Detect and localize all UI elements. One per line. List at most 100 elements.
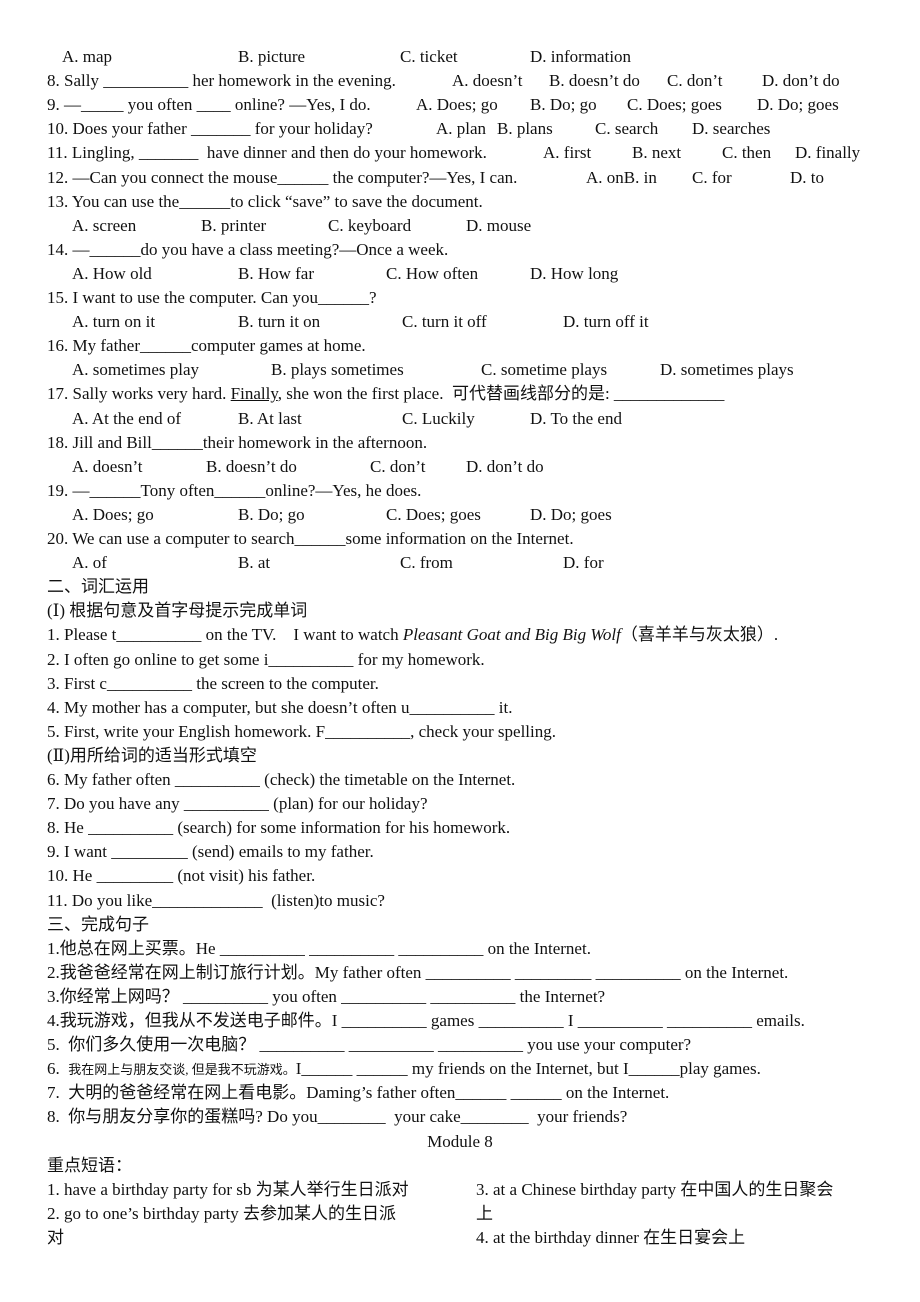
text-line: (Ⅱ)用所给词的适当形式填空 (0, 744, 920, 768)
line-text: 2. I often go online to get some i______… (47, 648, 485, 672)
line-text: 二、词汇运用 (47, 575, 149, 599)
text-run: C. turn it off (402, 312, 487, 332)
text-line: A. At the end of B. At last C. Luckily D. T… (0, 407, 920, 431)
text-run: 14. —______do you have a class meeting?—… (47, 239, 449, 259)
text-run: 12. —Can you connect the mouse______ the… (47, 167, 518, 187)
text-run: D. turn off it (563, 312, 649, 332)
line-text: 8. He __________ (search) for some infor… (47, 816, 510, 840)
line-text: 1. have a birthday party for sb 为某人举行生日派… (47, 1178, 409, 1202)
answer-option: A. plan (436, 117, 486, 141)
text-run: 8. He __________ (search) for some infor… (47, 818, 511, 838)
text-run: 二、词汇运用 (47, 577, 149, 597)
text-line: 10. Does your father _______ for your ho… (0, 117, 920, 141)
answer-option: B. Do; go (238, 503, 305, 527)
text-run: D. don’t do (762, 71, 840, 91)
line-text: (Ⅰ) 根据句意及首字母提示完成单词 (47, 599, 307, 623)
line-text: A. of (72, 551, 107, 575)
answer-option: B. printer (201, 214, 266, 238)
line-text: A. doesn’t (72, 455, 143, 479)
line-text: A. turn on it (72, 310, 155, 334)
answer-option: C. don’t (370, 455, 425, 479)
line-text: 2.我爸爸经常在网上制订旅行计划。My father often _______… (47, 961, 788, 985)
text-run: A. doesn’t (72, 456, 143, 476)
text-run: A. of (72, 553, 107, 573)
answer-option: D. turn off it (563, 310, 649, 334)
answer-option: D. finally (795, 141, 860, 165)
text-line: 12. —Can you connect the mouse______ the… (0, 166, 920, 190)
text-run: 7. Do you have any __________ (plan) for… (47, 794, 428, 814)
text-run: 3. at a Chinese birthday party 在中国人的生日聚会 (476, 1179, 834, 1199)
text-line: 三、完成句子 (0, 913, 920, 937)
text-run: C. search (595, 119, 659, 139)
text-run: 15. I want to use the computer. Can you_… (47, 288, 377, 307)
line-text: 3. First c__________ the screen to the c… (47, 672, 379, 696)
text-line: 7. Do you have any __________ (plan) for… (0, 792, 920, 816)
text-run: C. don’t (667, 71, 723, 91)
text-line: 8. Sally __________ her homework in the … (0, 69, 920, 93)
text-run: C. Luckily (402, 408, 475, 428)
text-run: Module 8 (427, 1131, 493, 1151)
text-run: 11. Do you like_____________ (listen)to … (47, 890, 385, 910)
text-line: 4. My mother has a computer, but she doe… (0, 696, 920, 720)
text-run: D. for (563, 553, 604, 573)
line-text: 6. My father often __________ (check) th… (47, 768, 515, 792)
text-run: B. at (238, 553, 271, 573)
line-text: Module 8 (0, 1130, 920, 1154)
text-run: C. sometime plays (481, 360, 608, 380)
text-run: 三、完成句子 (47, 914, 149, 934)
answer-option: D. mouse (466, 214, 531, 238)
text-run: Finally (230, 384, 278, 404)
text-line: 5. 你们多久使用一次电脑？ __________ __________ ___… (0, 1033, 920, 1057)
text-line: 14. —______do you have a class meeting?—… (0, 238, 920, 262)
text-run: D. mouse (466, 215, 532, 235)
text-run: 10. Does your father _______ for your ho… (47, 119, 373, 139)
text-run: 4. at the birthday dinner 在生日宴会上 (476, 1227, 746, 1247)
line-text: 6. 我在网上与朋友交谈, 但是我不玩游戏。I______ ______ my … (47, 1057, 761, 1082)
answer-option: C. don’t (667, 69, 722, 93)
text-line: 15. I want to use the computer. Can you_… (0, 286, 920, 310)
text-run: B. plays sometimes (271, 360, 404, 380)
answer-option: A. doesn’t (452, 69, 523, 93)
text-run: 3. First c__________ the screen to the c… (47, 673, 379, 693)
text-run: B. Do; go (238, 504, 305, 524)
line-text: 1. Please t__________ on the TV. I want … (47, 623, 778, 647)
text-line: A. turn on it B. turn it on C. turn it off… (0, 310, 920, 334)
text-line: 17. Sally works very hard. Finally, she … (0, 382, 920, 406)
line-text: 重点短语： (47, 1154, 132, 1178)
answer-option: B. How far (238, 262, 314, 286)
line-text: A. At the end of (72, 407, 181, 431)
text-run: 6. (47, 1059, 69, 1079)
text-run: D. Do; goes (757, 95, 839, 115)
text-run: 18. Jill and Bill______their homework in… (47, 432, 428, 452)
answer-option: A. first (543, 141, 591, 165)
text-run: 上 (476, 1203, 493, 1223)
line-text: 7. 大明的爸爸经常在网上看电影。Daming’s father often__… (47, 1081, 669, 1105)
text-line: 7. 大明的爸爸经常在网上看电影。Daming’s father often__… (0, 1081, 920, 1105)
answer-option: B. doesn’t do (549, 69, 640, 93)
answer-option: C. Does; goes (627, 93, 722, 117)
text-run: D. finally (795, 143, 861, 163)
text-line: 8. 你与朋友分享你的蛋糕吗? Do you________ your cake… (0, 1105, 920, 1129)
text-line: 11. Lingling, _______ have dinner and th… (0, 141, 920, 165)
text-line: A. of B. at C. from D. for (0, 551, 920, 575)
text-run: A. plan (436, 119, 487, 139)
answer-option: C. keyboard (328, 214, 411, 238)
line-text: A. sometimes play (72, 358, 199, 382)
text-line: 二、词汇运用 (0, 575, 920, 599)
text-run: B. At last (238, 408, 302, 428)
text-run: , she won the first place. 可代替画线部分的是: __… (277, 384, 725, 404)
answer-option: D. How long (530, 262, 618, 286)
text-run: 6. My father often __________ (check) th… (47, 770, 516, 789)
text-run: 3.你经常上网吗？ __________ you often _________… (47, 986, 606, 1006)
text-run: C. for (692, 167, 732, 187)
line-text: A. screen (72, 214, 136, 238)
answer-option: C. search (595, 117, 658, 141)
line-text: 10. Does your father _______ for your ho… (47, 117, 373, 141)
line-text: 11. Do you like_____________ (listen)to … (47, 889, 385, 913)
text-run: 11. Lingling, _______ have dinner and th… (47, 143, 487, 163)
text-run: C. then (722, 143, 772, 163)
text-run: C. How often (386, 263, 479, 283)
text-run: 20. We can use a computer to search_____… (47, 529, 574, 548)
text-run: B. turn it on (238, 312, 321, 332)
text-line: 6. 我在网上与朋友交谈, 但是我不玩游戏。I______ ______ my … (0, 1057, 920, 1081)
